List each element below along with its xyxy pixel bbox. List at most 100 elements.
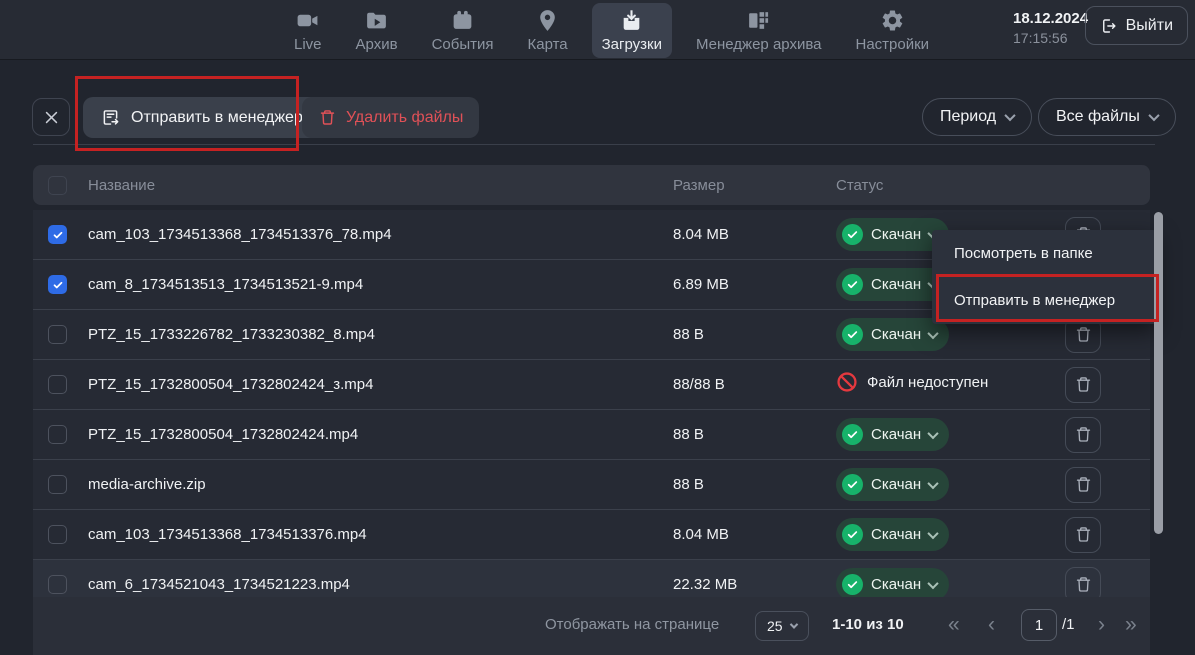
send-to-manager-icon [100,107,121,128]
nav-label: События [432,36,494,53]
page-size-value: 25 [767,618,783,634]
delete-file-button[interactable] [1065,367,1101,403]
delete-file-button[interactable] [1065,467,1101,503]
context-menu-item-open-folder[interactable]: Посмотреть в папке [932,230,1157,277]
status-label: Скачан [871,276,921,293]
downloads-icon [619,8,645,34]
row-checkbox[interactable] [48,225,67,244]
row-checkbox[interactable] [48,475,67,494]
status-label: Скачан [871,526,921,543]
file-name: cam_103_1734513368_1734513376_78.mp4 [88,226,673,243]
close-selection-button[interactable] [32,98,70,136]
chevron-down-icon [928,577,939,588]
status-unavailable: Файл недоступен [836,371,988,393]
row-checkbox[interactable] [48,325,67,344]
table-row[interactable]: PTZ_15_1732800504_1732802424_з.mp4 88/88… [33,360,1150,410]
previous-page-button[interactable]: ‹ [988,611,995,639]
table-row[interactable]: cam_103_1734513368_1734513376.mp4 8.04 M… [33,510,1150,560]
file-size: 88 B [673,476,836,493]
row-checkbox[interactable] [48,275,67,294]
context-menu: Посмотреть в папке Отправить в менеджер [932,230,1157,324]
nav-item-settings[interactable]: Настройки [845,3,939,58]
table-row[interactable]: PTZ_15_1732800504_1732802424.mp4 88 B Ск… [33,410,1150,460]
file-size: 8.04 MB [673,526,836,543]
period-label: Период [940,108,996,126]
current-page-box[interactable]: 1 [1021,609,1057,641]
status-badge[interactable]: Скачан [836,418,949,451]
status-label: Скачан [871,226,921,243]
nav-label: Менеджер архива [696,36,821,53]
logout-icon [1100,17,1118,35]
row-checkbox[interactable] [48,575,67,594]
close-icon [43,109,60,126]
logout-button[interactable]: Выйти [1085,6,1188,45]
status-label: Скачан [871,576,921,593]
file-size: 88 B [673,326,836,343]
archive-manager-icon [746,8,772,34]
nav-label: Архив [356,36,398,53]
table-row[interactable]: media-archive.zip 88 B Скачан [33,460,1150,510]
file-size: 88 B [673,426,836,443]
status-label: Скачан [871,426,921,443]
row-checkbox[interactable] [48,375,67,394]
nav-item-archive-manager[interactable]: Менеджер архива [686,3,831,58]
delete-files-button[interactable]: Удалить файлы [302,97,479,138]
file-size: 22.32 MB [673,576,836,593]
file-size: 6.89 MB [673,276,836,293]
file-name: cam_103_1734513368_1734513376.mp4 [88,526,673,543]
row-checkbox[interactable] [48,525,67,544]
check-circle-icon [842,474,863,495]
delete-file-button[interactable] [1065,417,1101,453]
events-icon [450,8,476,34]
check-circle-icon [842,224,863,245]
chevron-down-icon [928,477,939,488]
files-filter-dropdown[interactable]: Все файлы [1038,98,1176,136]
pagination-range: 1-10 из 10 [832,616,904,633]
nav-item-archive[interactable]: Архив [346,3,408,58]
file-size: 88/88 B [673,376,836,393]
main-nav: Live Архив События Карта [284,0,939,60]
file-name: cam_6_1734521043_1734521223.mp4 [88,576,673,593]
row-checkbox[interactable] [48,425,67,444]
table-header: Название Размер Статус [33,165,1150,205]
send-to-manager-button[interactable]: Отправить в менеджер [83,97,320,138]
file-name: cam_8_1734513513_1734513521-9.mp4 [88,276,673,293]
nav-label: Настройки [855,36,929,53]
gear-icon [879,8,905,34]
page-size-dropdown[interactable]: 25 [755,611,809,641]
nav-item-events[interactable]: События [422,3,504,58]
status-label: Скачан [871,326,921,343]
next-page-button[interactable]: › [1098,611,1105,639]
chevron-down-icon [789,620,797,628]
file-name: media-archive.zip [88,476,673,493]
chevron-down-icon [928,327,939,338]
context-menu-item-send-to-manager[interactable]: Отправить в менеджер [932,277,1157,324]
first-page-button[interactable]: « [948,611,960,639]
nav-label: Карта [527,36,567,53]
nav-item-downloads[interactable]: Загрузки [592,3,672,58]
chevron-down-icon [928,427,939,438]
nav-item-map[interactable]: Карта [517,3,577,58]
nav-item-live[interactable]: Live [284,3,332,58]
select-all-checkbox[interactable] [48,176,67,195]
live-camera-icon [295,8,321,34]
chevron-down-icon [1148,110,1159,121]
archive-folder-icon [364,8,390,34]
chevron-down-icon [928,527,939,538]
send-to-manager-label: Отправить в менеджер [131,109,303,127]
check-circle-icon [842,274,863,295]
file-name: PTZ_15_1732800504_1732802424.mp4 [88,426,673,443]
vertical-scrollbar-thumb[interactable] [1154,212,1163,534]
delete-files-label: Удалить файлы [346,109,463,127]
check-circle-icon [842,324,863,345]
nav-label: Live [294,36,322,53]
status-label: Файл недоступен [867,374,988,391]
period-dropdown[interactable]: Период [922,98,1032,136]
file-name: PTZ_15_1732800504_1732802424_з.mp4 [88,376,673,393]
last-page-button[interactable]: » [1125,611,1137,639]
status-badge[interactable]: Скачан [836,468,949,501]
status-badge[interactable]: Скачан [836,518,949,551]
column-header-status: Статус [836,177,1065,194]
delete-file-button[interactable] [1065,517,1101,553]
trash-icon [318,108,337,127]
